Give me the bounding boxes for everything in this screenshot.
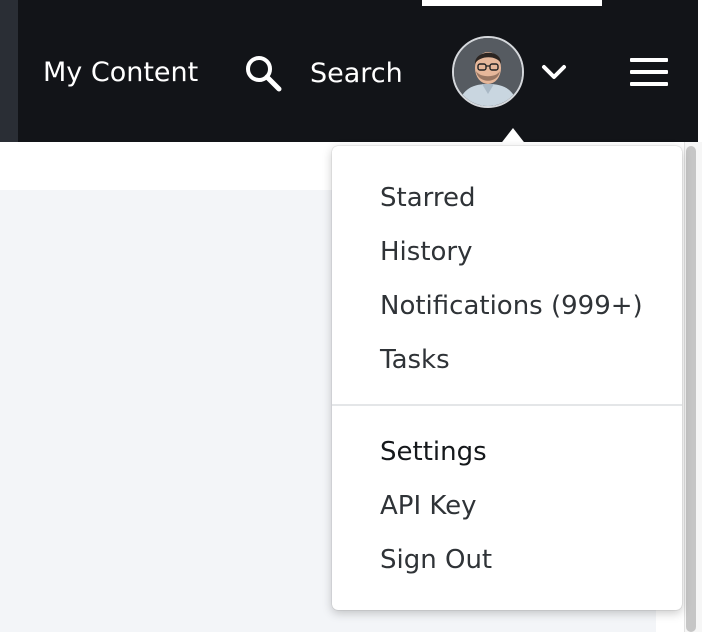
top-nav-bar: My Content Search [0, 0, 698, 142]
top-accent-bar [422, 0, 602, 6]
menu-item-notifications[interactable]: Notifications (999+) [380, 289, 643, 323]
scrollbar-thumb[interactable] [686, 146, 696, 632]
user-dropdown-menu: Starred History Notifications (999+) Tas… [332, 146, 682, 610]
user-avatar[interactable] [452, 36, 524, 108]
chevron-down-icon[interactable] [540, 60, 568, 88]
menu-divider [332, 404, 682, 406]
menu-item-sign-out[interactable]: Sign Out [380, 543, 492, 577]
search-icon [244, 54, 282, 92]
dropdown-caret [499, 128, 527, 146]
menu-item-api-key[interactable]: API Key [380, 489, 477, 523]
search-button[interactable]: Search [244, 51, 403, 95]
menu-item-starred[interactable]: Starred [380, 181, 475, 215]
menu-item-settings[interactable]: Settings [380, 435, 487, 469]
menu-item-history[interactable]: History [380, 235, 473, 269]
search-label: Search [310, 57, 403, 89]
hamburger-menu-icon[interactable] [630, 58, 668, 86]
nav-my-content[interactable]: My Content [43, 54, 198, 92]
left-panel-edge [0, 0, 18, 142]
menu-item-tasks[interactable]: Tasks [380, 343, 450, 377]
